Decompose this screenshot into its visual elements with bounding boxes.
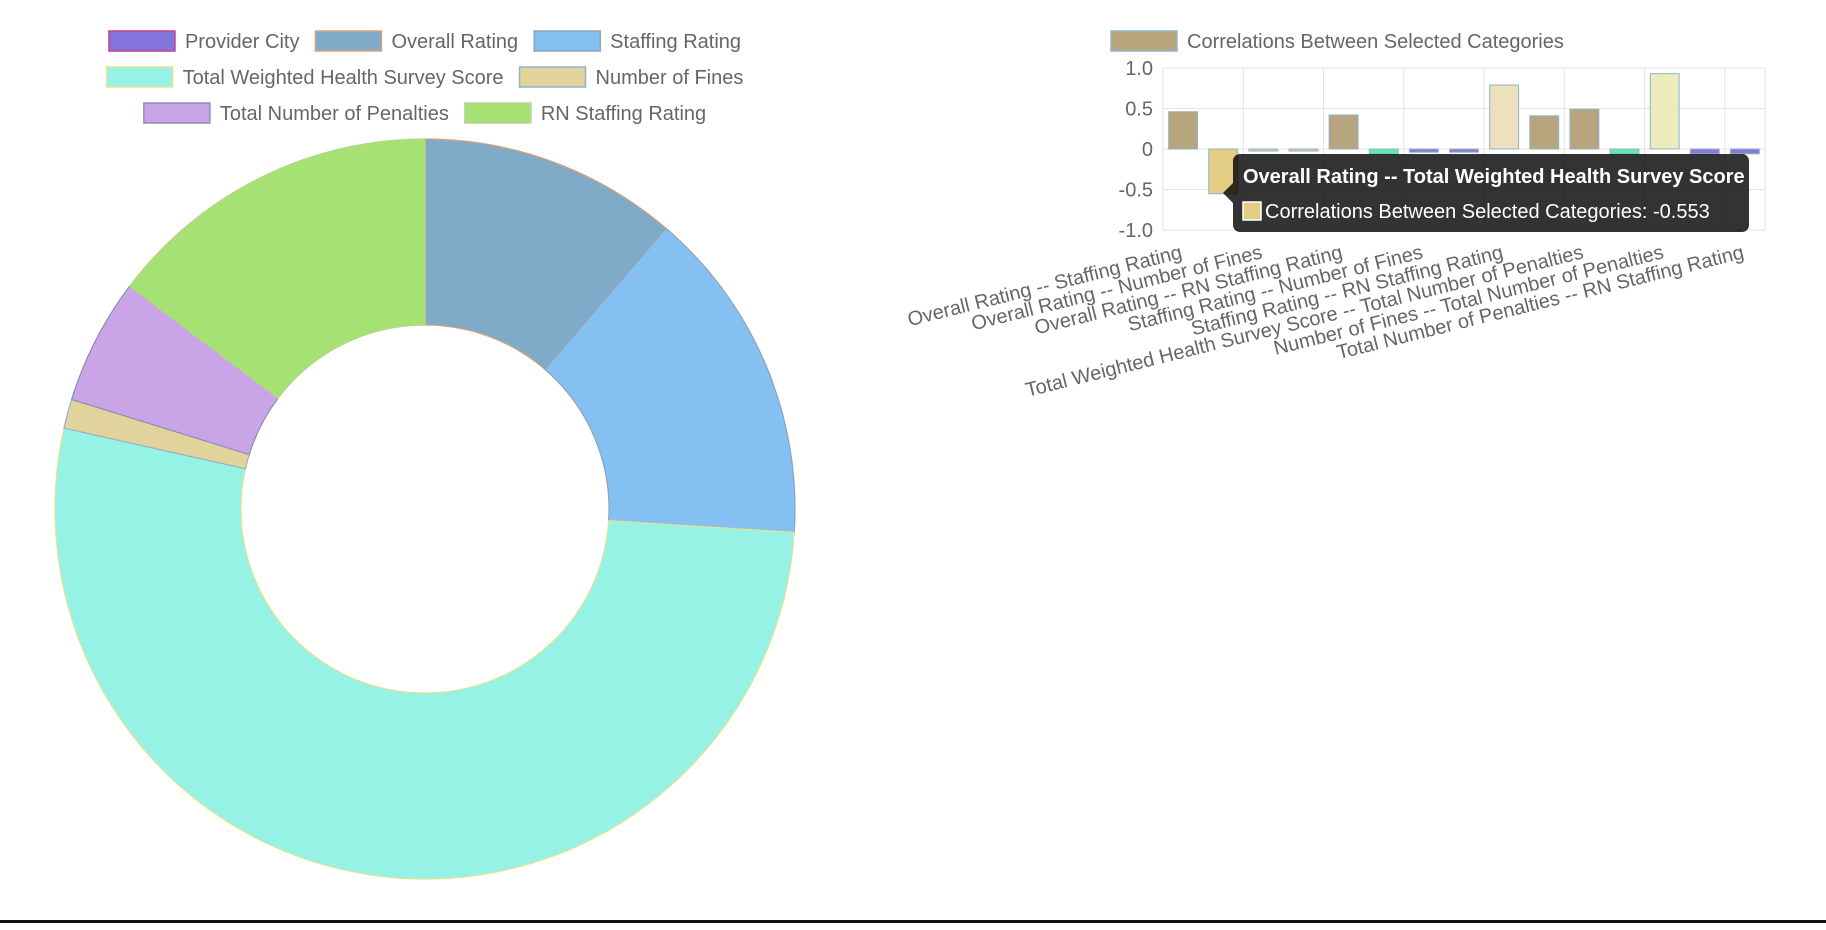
legend-label-1: Overall Rating (391, 31, 518, 53)
legend-swatch-5 (143, 102, 211, 124)
tooltip-swatch (1242, 201, 1262, 221)
legend-label-6: RN Staffing Rating (541, 103, 706, 125)
charts-canvas: Provider City Overall Rating Staffing Rati… (54, 30, 1766, 880)
legend-swatch-4 (518, 66, 587, 88)
tooltip-body: Correlations Between Selected Categories… (1265, 201, 1710, 223)
bar-8 (1489, 84, 1520, 150)
bar-5 (1368, 148, 1399, 155)
doughnut-chart (54, 138, 796, 880)
bar-9 (1529, 115, 1560, 150)
bar-11 (1609, 148, 1640, 155)
bar-13 (1689, 148, 1720, 155)
chart-tooltip: Overall Rating -- Total Weighted Health … (1223, 154, 1749, 232)
bar-legend-label: Correlations Between Selected Categories (1187, 31, 1564, 53)
bar-4 (1328, 114, 1359, 150)
legend-swatch-6 (464, 102, 532, 124)
bar-y-tick-4: -1.0 (1119, 220, 1153, 242)
bar-y-tick-2: 0 (1142, 139, 1153, 161)
legend-swatch-3 (105, 66, 174, 88)
doughnut-legend: Provider City Overall Rating Staffing Rati… (105, 30, 744, 125)
bar-2 (1248, 148, 1279, 152)
bar-legend-swatch (1110, 30, 1178, 52)
bar-x-axis: Overall Rating -- Staffing RatingOverall… (905, 242, 1746, 402)
bottom-divider (0, 920, 1826, 923)
bar-y-tick-0: 1.0 (1125, 58, 1153, 80)
legend-label-4: Number of Fines (596, 67, 744, 89)
legend-label-2: Staffing Rating (610, 31, 741, 53)
bar-12 (1649, 73, 1680, 150)
legend-label-0: Provider City (185, 31, 299, 53)
bar-y-tick-3: -0.5 (1119, 180, 1153, 202)
legend-label-3: Total Weighted Health Survey Score (183, 67, 504, 89)
bar-y-axis: 1.0 0.5 0 -0.5 -1.0 (1119, 58, 1153, 242)
legend-swatch-1 (314, 30, 383, 52)
bar-7 (1449, 148, 1479, 153)
legend-swatch-0 (108, 30, 176, 52)
bar-y-tick-1: 0.5 (1125, 99, 1153, 121)
tooltip-title: Overall Rating -- Total Weighted Health … (1243, 166, 1745, 188)
bar-legend: Correlations Between Selected Categories (1110, 30, 1564, 53)
bar-10 (1569, 108, 1600, 150)
bar-6 (1408, 148, 1439, 153)
legend-swatch-2 (533, 30, 601, 52)
bar-3 (1288, 148, 1319, 152)
legend-label-5: Total Number of Penalties (220, 103, 449, 125)
bar-0 (1168, 111, 1199, 150)
bar-14 (1729, 148, 1760, 155)
chart-page: Provider City Overall Rating Staffing Rati… (0, 0, 1826, 925)
